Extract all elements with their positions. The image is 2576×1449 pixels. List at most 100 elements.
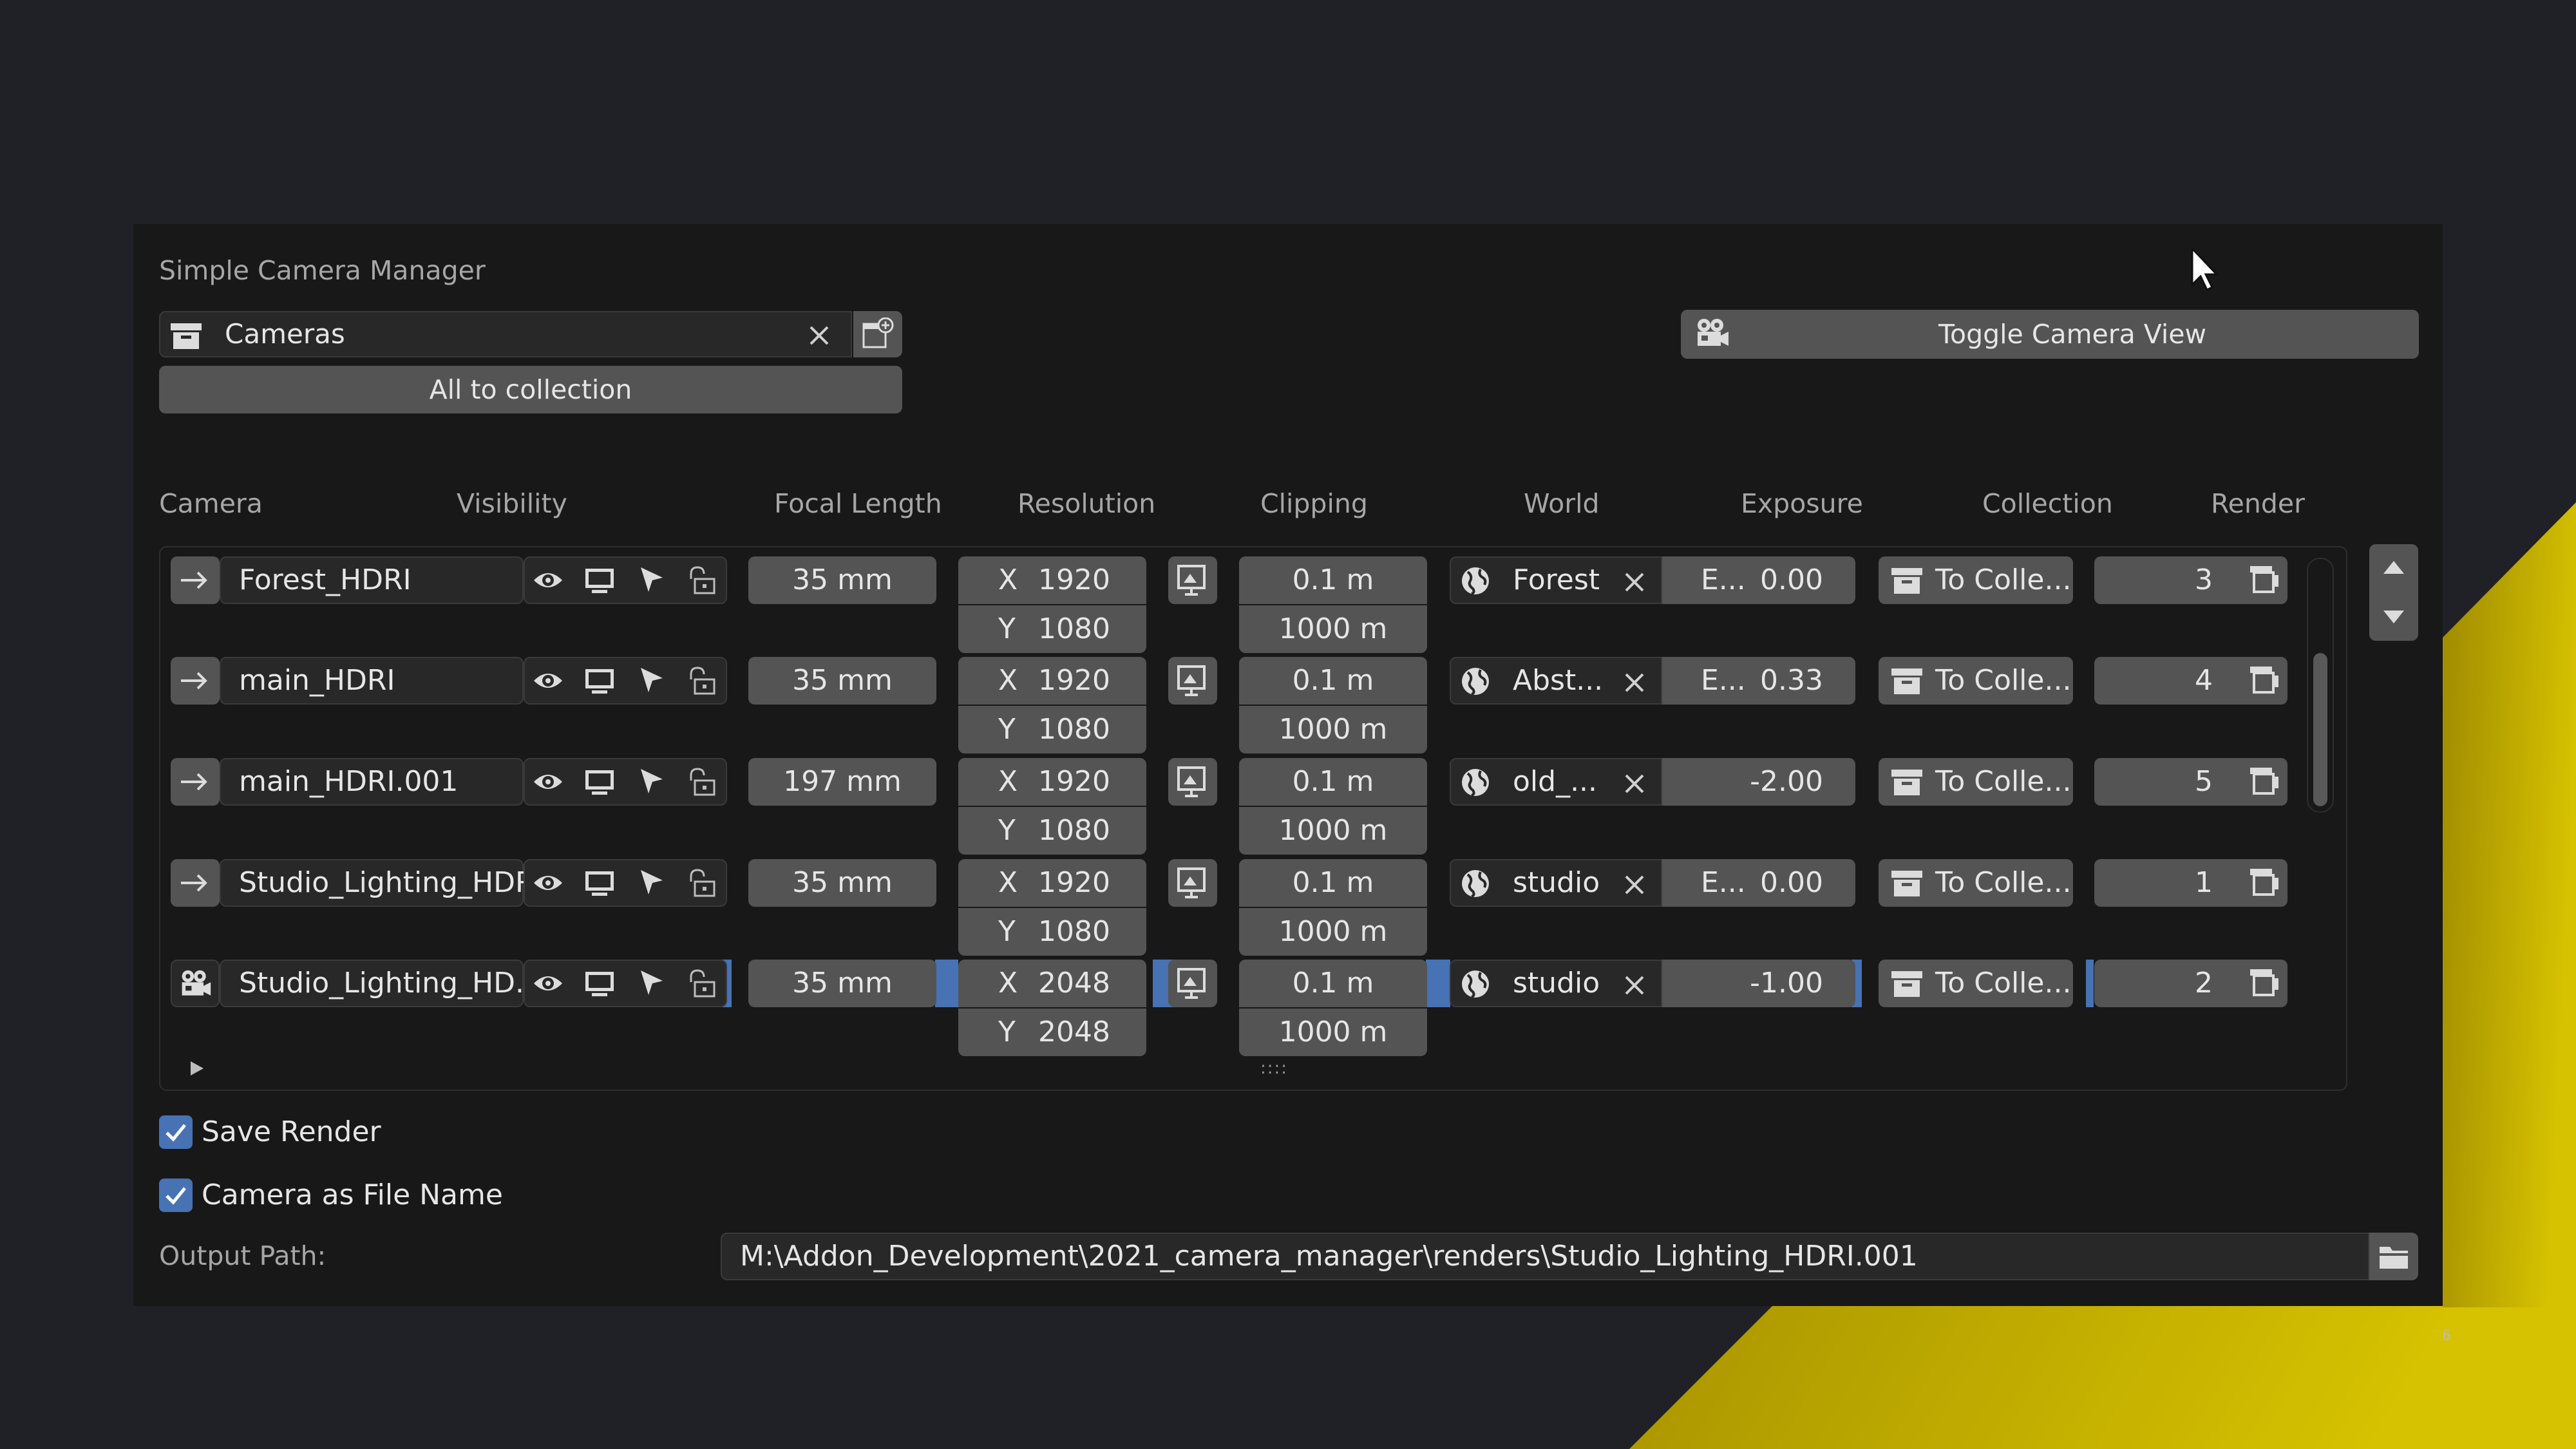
exposure-field[interactable]: E... 0.00 bbox=[1662, 859, 1855, 907]
set-active-camera-button[interactable] bbox=[171, 758, 220, 806]
toggle-camera-view-button[interactable]: Toggle Camera View bbox=[1681, 310, 2419, 359]
browse-folder-button[interactable] bbox=[2369, 1233, 2418, 1280]
lock-toggle[interactable] bbox=[678, 758, 724, 806]
selectable-toggle[interactable] bbox=[628, 657, 674, 705]
clear-icon[interactable] bbox=[1620, 567, 1649, 597]
hide-viewport-toggle[interactable] bbox=[525, 556, 571, 604]
render-button[interactable] bbox=[2239, 859, 2287, 907]
clip-start-field[interactable]: 0.1 m bbox=[1239, 859, 1427, 907]
selectable-toggle[interactable] bbox=[628, 758, 674, 806]
clear-icon[interactable] bbox=[1620, 870, 1649, 900]
hide-render-toggle[interactable] bbox=[576, 758, 623, 806]
camera-row[interactable]: Forest_HDRI 35 mm X 1920 Y 1080 0.1 m 1000 m For… bbox=[0, 556, 2576, 653]
move-up-button[interactable] bbox=[2369, 544, 2418, 592]
render-order-field[interactable]: 1 bbox=[2094, 859, 2239, 907]
set-active-camera-button[interactable] bbox=[171, 556, 220, 604]
resolution-y-field[interactable]: Y 1080 bbox=[958, 706, 1146, 753]
resolution-y-field[interactable]: Y 1080 bbox=[958, 605, 1146, 653]
to-collection-button[interactable]: To Colle... bbox=[1879, 859, 2073, 907]
world-field[interactable]: Abst... bbox=[1450, 657, 1662, 705]
set-active-camera-button[interactable] bbox=[171, 960, 220, 1007]
exposure-field[interactable]: -2.00 bbox=[1662, 758, 1855, 806]
clip-start-field[interactable]: 0.1 m bbox=[1239, 758, 1427, 806]
focal-length-field[interactable]: 35 mm bbox=[748, 556, 936, 604]
focal-length-field[interactable]: 35 mm bbox=[748, 859, 936, 907]
lock-toggle[interactable] bbox=[678, 556, 724, 604]
to-collection-button[interactable]: To Colle... bbox=[1879, 556, 2073, 604]
selectable-toggle[interactable] bbox=[628, 556, 674, 604]
to-collection-button[interactable]: To Colle... bbox=[1879, 758, 2073, 806]
exposure-field[interactable]: -1.00 bbox=[1662, 960, 1855, 1007]
selectable-toggle[interactable] bbox=[628, 960, 674, 1007]
camera-row[interactable]: Studio_Lighting_HDRI 35 mm X 1920 Y 1080 0.1 m… bbox=[0, 859, 2576, 956]
clip-end-field[interactable]: 1000 m bbox=[1239, 807, 1427, 855]
camera-row[interactable]: main_HDRI.001 197 mm X 1920 Y 1080 0.1 m 1000 m… bbox=[0, 758, 2576, 855]
hide-render-toggle[interactable] bbox=[576, 859, 623, 907]
set-resolution-button[interactable] bbox=[1168, 859, 1217, 907]
camera-row[interactable]: main_HDRI 35 mm X 1920 Y 1080 0.1 m 1000 m Abst.… bbox=[0, 657, 2576, 753]
output-path-field[interactable]: M:\Addon_Development\2021_camera_manager… bbox=[721, 1233, 2369, 1280]
resolution-y-field[interactable]: Y 1080 bbox=[958, 908, 1146, 956]
clip-start-field[interactable]: 0.1 m bbox=[1239, 657, 1427, 705]
render-order-field[interactable]: 4 bbox=[2094, 657, 2239, 705]
resolution-y-field[interactable]: Y 2048 bbox=[958, 1009, 1146, 1056]
camera-as-file-name-checkbox[interactable] bbox=[159, 1179, 193, 1212]
clip-end-field[interactable]: 1000 m bbox=[1239, 908, 1427, 956]
world-field[interactable]: studio bbox=[1450, 859, 1662, 907]
clip-start-field[interactable]: 0.1 m bbox=[1239, 556, 1427, 604]
render-button[interactable] bbox=[2239, 960, 2287, 1007]
set-resolution-button[interactable] bbox=[1168, 556, 1217, 604]
focal-length-field[interactable]: 35 mm bbox=[748, 960, 936, 1007]
lock-toggle[interactable] bbox=[678, 859, 724, 907]
lock-toggle[interactable] bbox=[678, 657, 724, 705]
set-active-camera-button[interactable] bbox=[171, 859, 220, 907]
hide-render-toggle[interactable] bbox=[576, 657, 623, 705]
render-order-field[interactable]: 3 bbox=[2094, 556, 2239, 604]
clip-end-field[interactable]: 1000 m bbox=[1239, 605, 1427, 653]
hide-viewport-toggle[interactable] bbox=[525, 657, 571, 705]
selectable-toggle[interactable] bbox=[628, 859, 674, 907]
resolution-y-field[interactable]: Y 1080 bbox=[958, 807, 1146, 855]
lock-toggle[interactable] bbox=[678, 960, 724, 1007]
hide-render-toggle[interactable] bbox=[576, 960, 623, 1007]
world-field[interactable]: Forest bbox=[1450, 556, 1662, 604]
render-button[interactable] bbox=[2239, 758, 2287, 806]
resolution-x-field[interactable]: X 1920 bbox=[958, 556, 1146, 604]
set-active-camera-button[interactable] bbox=[171, 657, 220, 705]
exposure-field[interactable]: E... 0.33 bbox=[1662, 657, 1855, 705]
clear-icon[interactable] bbox=[1620, 769, 1649, 799]
focal-length-field[interactable]: 35 mm bbox=[748, 657, 936, 705]
render-order-field[interactable]: 5 bbox=[2094, 758, 2239, 806]
clear-icon[interactable] bbox=[804, 321, 834, 350]
all-to-collection-button[interactable]: All to collection bbox=[159, 366, 902, 413]
set-resolution-button[interactable] bbox=[1168, 758, 1217, 806]
to-collection-button[interactable]: To Colle... bbox=[1879, 657, 2073, 705]
resolution-x-field[interactable]: X 2048 bbox=[958, 960, 1146, 1007]
clip-start-field[interactable]: 0.1 m bbox=[1239, 960, 1427, 1007]
to-collection-button[interactable]: To Colle... bbox=[1879, 960, 2073, 1007]
save-render-checkbox[interactable] bbox=[159, 1115, 193, 1149]
camera-name-field[interactable]: main_HDRI.001 bbox=[220, 758, 524, 806]
resolution-x-field[interactable]: X 1920 bbox=[958, 758, 1146, 806]
camera-name-field[interactable]: main_HDRI bbox=[220, 657, 524, 705]
render-order-field[interactable]: 2 bbox=[2094, 960, 2239, 1007]
world-field[interactable]: studio bbox=[1450, 960, 1662, 1007]
expand-filter-icon[interactable] bbox=[187, 1059, 206, 1078]
set-resolution-button[interactable] bbox=[1168, 657, 1217, 705]
clear-icon[interactable] bbox=[1620, 668, 1649, 697]
hide-viewport-toggle[interactable] bbox=[525, 859, 571, 907]
render-button[interactable] bbox=[2239, 657, 2287, 705]
focal-length-field[interactable]: 197 mm bbox=[748, 758, 936, 806]
render-button[interactable] bbox=[2239, 556, 2287, 604]
camera-row[interactable]: Studio_Lighting_HD... 35 mm X 2048 Y 2048 0.1 … bbox=[0, 960, 2576, 1056]
clear-icon[interactable] bbox=[1620, 971, 1649, 1000]
hide-viewport-toggle[interactable] bbox=[525, 960, 571, 1007]
list-scrollbar-thumb[interactable] bbox=[2313, 653, 2327, 806]
resolution-x-field[interactable]: X 1920 bbox=[958, 657, 1146, 705]
exposure-field[interactable]: E... 0.00 bbox=[1662, 556, 1855, 604]
camera-name-field[interactable]: Studio_Lighting_HD... bbox=[220, 960, 542, 1007]
resolution-x-field[interactable]: X 1920 bbox=[958, 859, 1146, 907]
add-collection-button[interactable] bbox=[853, 311, 902, 357]
move-down-button[interactable] bbox=[2369, 592, 2418, 641]
hide-viewport-toggle[interactable] bbox=[525, 758, 571, 806]
